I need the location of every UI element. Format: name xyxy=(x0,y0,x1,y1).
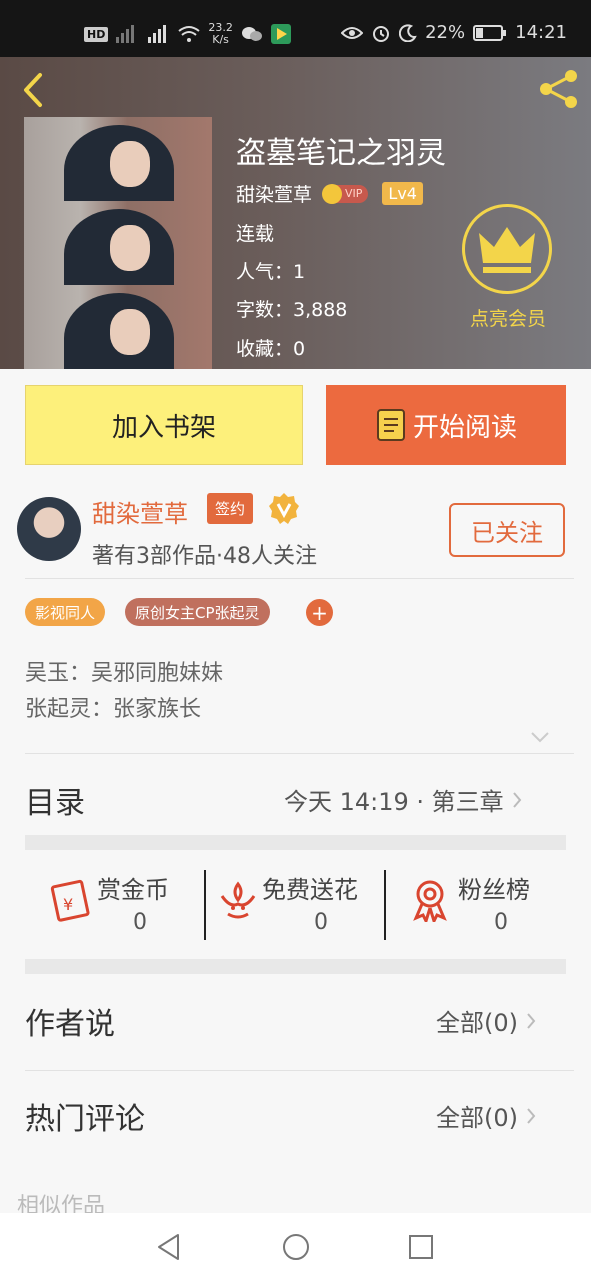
tag-original-heroine[interactable]: 原创女主CP张起灵 xyxy=(125,598,270,626)
toc-label[interactable]: 目录 xyxy=(25,778,85,822)
section-separator xyxy=(25,959,566,974)
book-popularity: 人气：1 xyxy=(236,261,306,283)
stat-separator xyxy=(204,870,206,940)
free-flowers[interactable]: 免费送花 0 xyxy=(216,870,396,940)
expand-chevron-icon[interactable] xyxy=(530,730,550,744)
share-icon[interactable] xyxy=(538,68,580,110)
crown-icon xyxy=(479,227,535,273)
stat-separator xyxy=(384,870,386,940)
svg-text:¥: ¥ xyxy=(63,895,73,914)
play-store-icon xyxy=(270,24,291,44)
tag-film-fanfic[interactable]: 影视同人 xyxy=(25,598,106,626)
eye-icon xyxy=(341,26,364,39)
book-word-count: 字数：3,888 xyxy=(236,299,348,321)
description-line: 吴玉：吴邪同胞妹妹 xyxy=(25,661,224,686)
member-label[interactable]: 点亮会员 xyxy=(462,304,554,331)
toc-latest[interactable]: 今天 14:19 · 第三章 xyxy=(284,782,522,817)
book-favorites: 收藏：0 xyxy=(236,338,306,360)
divider xyxy=(25,578,574,579)
wechat-icon xyxy=(241,27,262,41)
status-bar: HD 23.2 K/s 22% 14:21 xyxy=(0,0,591,57)
chevron-right-icon xyxy=(527,1012,536,1029)
chevron-right-icon xyxy=(512,791,522,808)
signed-badge: 签约 xyxy=(207,493,254,524)
author-stats: 著有3部作品·48人关注 xyxy=(92,544,317,569)
book-title: 盗墓笔记之羽灵 xyxy=(236,136,446,171)
alarm-icon xyxy=(373,25,390,42)
clock: 14:21 xyxy=(515,22,567,43)
divider xyxy=(25,1070,574,1071)
medal-icon xyxy=(413,880,447,922)
start-reading-button[interactable]: 开始阅读 xyxy=(326,385,566,465)
network-speed: 23.2 K/s xyxy=(208,21,233,46)
sun-icon xyxy=(322,183,343,204)
reward-coins[interactable]: ¥ 赏金币 0 xyxy=(47,870,227,940)
nav-back-icon[interactable] xyxy=(154,1232,184,1262)
description-line: 张起灵：张家族长 xyxy=(25,697,202,722)
chevron-right-icon xyxy=(527,1107,536,1124)
red-envelope-icon: ¥ xyxy=(50,879,90,922)
author-says-label[interactable]: 作者说 xyxy=(25,999,115,1043)
follow-button[interactable]: 已关注 xyxy=(449,503,565,557)
book-author[interactable]: 甜染萱草 xyxy=(236,180,312,207)
signal-4g-icon xyxy=(148,25,167,43)
vip-badge: VIP xyxy=(322,183,369,204)
battery-icon xyxy=(473,24,507,41)
signal-icon xyxy=(116,25,135,43)
nav-recents-icon[interactable] xyxy=(406,1232,436,1262)
back-arrow-icon[interactable] xyxy=(18,72,48,108)
nav-home-icon[interactable] xyxy=(281,1232,311,1262)
author-name[interactable]: 甜染萱草 xyxy=(92,494,188,529)
member-button[interactable] xyxy=(462,204,552,294)
author-says-link[interactable]: 全部(0) xyxy=(436,1003,536,1038)
battery-percent: 22% xyxy=(425,22,466,43)
wifi-icon xyxy=(178,26,200,42)
hd-badge: HD xyxy=(84,26,109,42)
book-status: 连载 xyxy=(236,223,275,245)
book-cover xyxy=(24,117,212,369)
hot-comments-link[interactable]: 全部(0) xyxy=(436,1098,536,1133)
level-badge: Lv4 xyxy=(382,182,423,205)
divider xyxy=(25,753,574,754)
moon-icon xyxy=(399,23,417,42)
section-separator xyxy=(25,835,566,850)
hot-comments-label[interactable]: 热门评论 xyxy=(25,1094,145,1138)
book-author-line: 甜染萱草 VIP Lv4 xyxy=(236,180,423,207)
verified-icon xyxy=(269,493,299,524)
author-avatar[interactable] xyxy=(17,497,81,561)
fan-ranking[interactable]: 粉丝榜 0 xyxy=(408,870,588,940)
flower-icon xyxy=(220,881,256,919)
add-tag-button[interactable]: + xyxy=(306,599,333,626)
add-to-shelf-button[interactable]: 加入书架 xyxy=(25,385,303,465)
book-icon xyxy=(376,409,405,441)
